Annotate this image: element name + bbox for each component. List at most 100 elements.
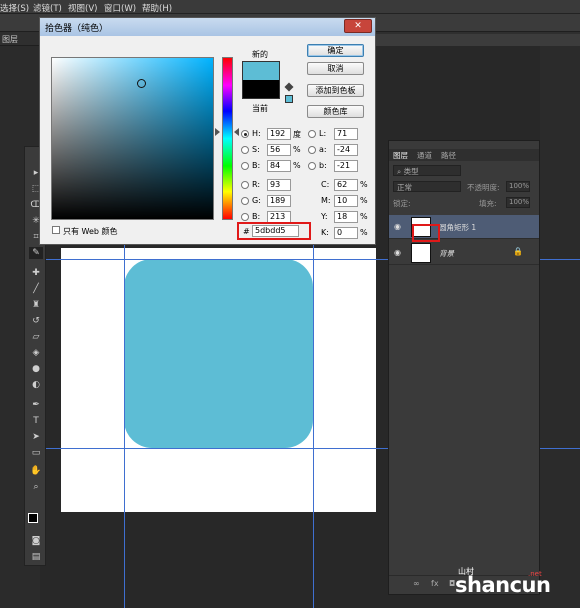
label-y: Y: (321, 212, 328, 221)
hue-slider-right-arrow-icon[interactable] (234, 128, 239, 136)
label-b: B: (252, 161, 261, 170)
tab-paths[interactable]: 路径 (441, 150, 456, 161)
opacity-field[interactable]: 100% (506, 181, 530, 192)
field-green[interactable]: 189 (267, 195, 291, 207)
pen-tool-icon[interactable]: ✒ (29, 399, 43, 411)
radio-lightness[interactable] (308, 130, 316, 138)
layer-name[interactable]: 背景 (439, 248, 454, 259)
zoom-tool-icon[interactable]: ⌕ (29, 481, 43, 493)
radio-b-lab[interactable] (308, 162, 316, 170)
menu-filter[interactable]: 滤镜(T) (33, 2, 62, 14)
label-k: K: (321, 228, 329, 237)
layer-filter-select[interactable]: ⌕ 类型 (393, 165, 461, 176)
radio-brightness[interactable] (241, 162, 249, 170)
opacity-label: 不透明度: (467, 183, 500, 192)
field-lightness[interactable]: 71 (334, 128, 358, 140)
field-magenta[interactable]: 10 (334, 195, 358, 207)
label-l: L: (319, 129, 327, 138)
field-cyan[interactable]: 62 (334, 179, 358, 191)
dialog-title-bar[interactable]: 拾色器（纯色） ✕ (40, 18, 375, 36)
field-yellow[interactable]: 18 (334, 211, 358, 223)
current-color-swatch[interactable] (242, 80, 280, 99)
unit-percent: % (293, 145, 301, 154)
unit-degrees: 度 (293, 130, 301, 139)
highlight-box-layer (412, 224, 440, 242)
field-b-lab[interactable]: -21 (334, 160, 358, 172)
ok-button[interactable]: 确定 (307, 44, 364, 57)
screen-mode-icon[interactable]: ▤ (29, 551, 43, 563)
healing-brush-icon[interactable]: ✚ (29, 267, 43, 279)
label-blue: B: (252, 212, 261, 221)
visibility-eye-icon[interactable]: ◉ (394, 248, 401, 257)
saturation-brightness-field[interactable] (51, 57, 214, 220)
rounded-rectangle-shape[interactable] (124, 259, 313, 448)
radio-red[interactable] (241, 181, 249, 189)
radio-a[interactable] (308, 146, 316, 154)
radio-hue[interactable] (241, 130, 249, 138)
fill-field[interactable]: 100% (506, 197, 530, 208)
paint-bucket-icon[interactable]: ◈ (29, 347, 43, 359)
add-to-swatches-button[interactable]: 添加到色板 (307, 84, 364, 97)
visibility-eye-icon[interactable]: ◉ (394, 222, 401, 231)
layer-style-icon[interactable]: fx (431, 579, 439, 588)
field-saturation[interactable]: 56 (267, 144, 291, 156)
web-colors-checkbox[interactable] (52, 226, 60, 234)
tab-channels[interactable]: 通道 (417, 150, 432, 161)
dialog-title: 拾色器（纯色） (45, 24, 109, 34)
blend-mode-select[interactable]: 正常 (393, 181, 461, 192)
brush-tool-icon[interactable]: ╱ (29, 283, 43, 295)
stamp-tool-icon[interactable]: ♜ (29, 299, 43, 311)
menu-window[interactable]: 窗口(W) (104, 2, 136, 14)
blur-tool-icon[interactable]: ● (29, 363, 43, 375)
layers-panel: 图层 通道 路径 ⌕ 类型 正常 不透明度: 100% 锁定: 填充: 100%… (388, 140, 540, 595)
unit-percent: % (360, 228, 368, 237)
history-brush-icon[interactable]: ↺ (29, 315, 43, 327)
field-black[interactable]: 0 (334, 227, 358, 239)
menu-view[interactable]: 视图(V) (68, 2, 97, 14)
dodge-tool-icon[interactable]: ◐ (29, 379, 43, 391)
color-libraries-button[interactable]: 颜色库 (307, 105, 364, 118)
cancel-button[interactable]: 取消 (307, 62, 364, 75)
layers-panel-tabs: 图层 通道 路径 (389, 149, 539, 161)
radio-saturation[interactable] (241, 146, 249, 154)
foreground-color-swatch[interactable] (28, 513, 38, 523)
radio-green[interactable] (241, 197, 249, 205)
link-layers-icon[interactable]: ∞ (413, 579, 420, 588)
lock-icon: 🔒 (513, 247, 523, 256)
document-tab[interactable]: 图层 (2, 34, 18, 45)
websafe-swatch-icon[interactable] (285, 95, 293, 103)
layer-row-background[interactable]: ◉ 背景 🔒 (389, 241, 539, 265)
label-b-lab: b: (319, 161, 327, 170)
hex-prefix: # (243, 227, 250, 236)
out-of-gamut-cube-icon[interactable] (284, 82, 294, 92)
field-brightness[interactable]: 84 (267, 160, 291, 172)
unit-percent: % (360, 212, 368, 221)
close-icon[interactable]: ✕ (344, 19, 372, 33)
field-red[interactable]: 93 (267, 179, 291, 191)
type-tool-icon[interactable]: T (29, 415, 43, 427)
tab-layers[interactable]: 图层 (393, 150, 408, 161)
quick-mask-icon[interactable]: ◙ (29, 535, 43, 547)
eyedropper-tool-icon[interactable]: ✎ (29, 247, 43, 259)
label-a: a: (319, 145, 327, 154)
layer-name[interactable]: 圆角矩形 1 (439, 222, 476, 233)
menu-bar: 选择(S) 滤镜(T) 视图(V) 窗口(W) 帮助(H) (0, 0, 580, 14)
hue-slider-left-arrow-icon[interactable] (215, 128, 220, 136)
rectangle-tool-icon[interactable]: ▭ (29, 447, 43, 459)
fill-label: 填充: (479, 199, 497, 208)
color-picker-cursor[interactable] (137, 79, 146, 88)
eraser-tool-icon[interactable]: ▱ (29, 331, 43, 343)
new-color-label: 新的 (252, 50, 268, 59)
label-g: G: (252, 196, 261, 205)
lock-label: 锁定: (393, 199, 411, 208)
menu-select[interactable]: 选择(S) (0, 2, 29, 14)
field-a[interactable]: -24 (334, 144, 358, 156)
radio-blue[interactable] (241, 213, 249, 221)
path-selection-icon[interactable]: ➤ (29, 431, 43, 443)
hue-slider[interactable] (222, 57, 233, 220)
field-hue[interactable]: 192 (267, 128, 291, 140)
hex-color-field[interactable]: 5dbdd5 (252, 225, 299, 237)
label-r: R: (252, 180, 261, 189)
hand-tool-icon[interactable]: ✋ (29, 465, 43, 477)
menu-help[interactable]: 帮助(H) (142, 2, 172, 14)
